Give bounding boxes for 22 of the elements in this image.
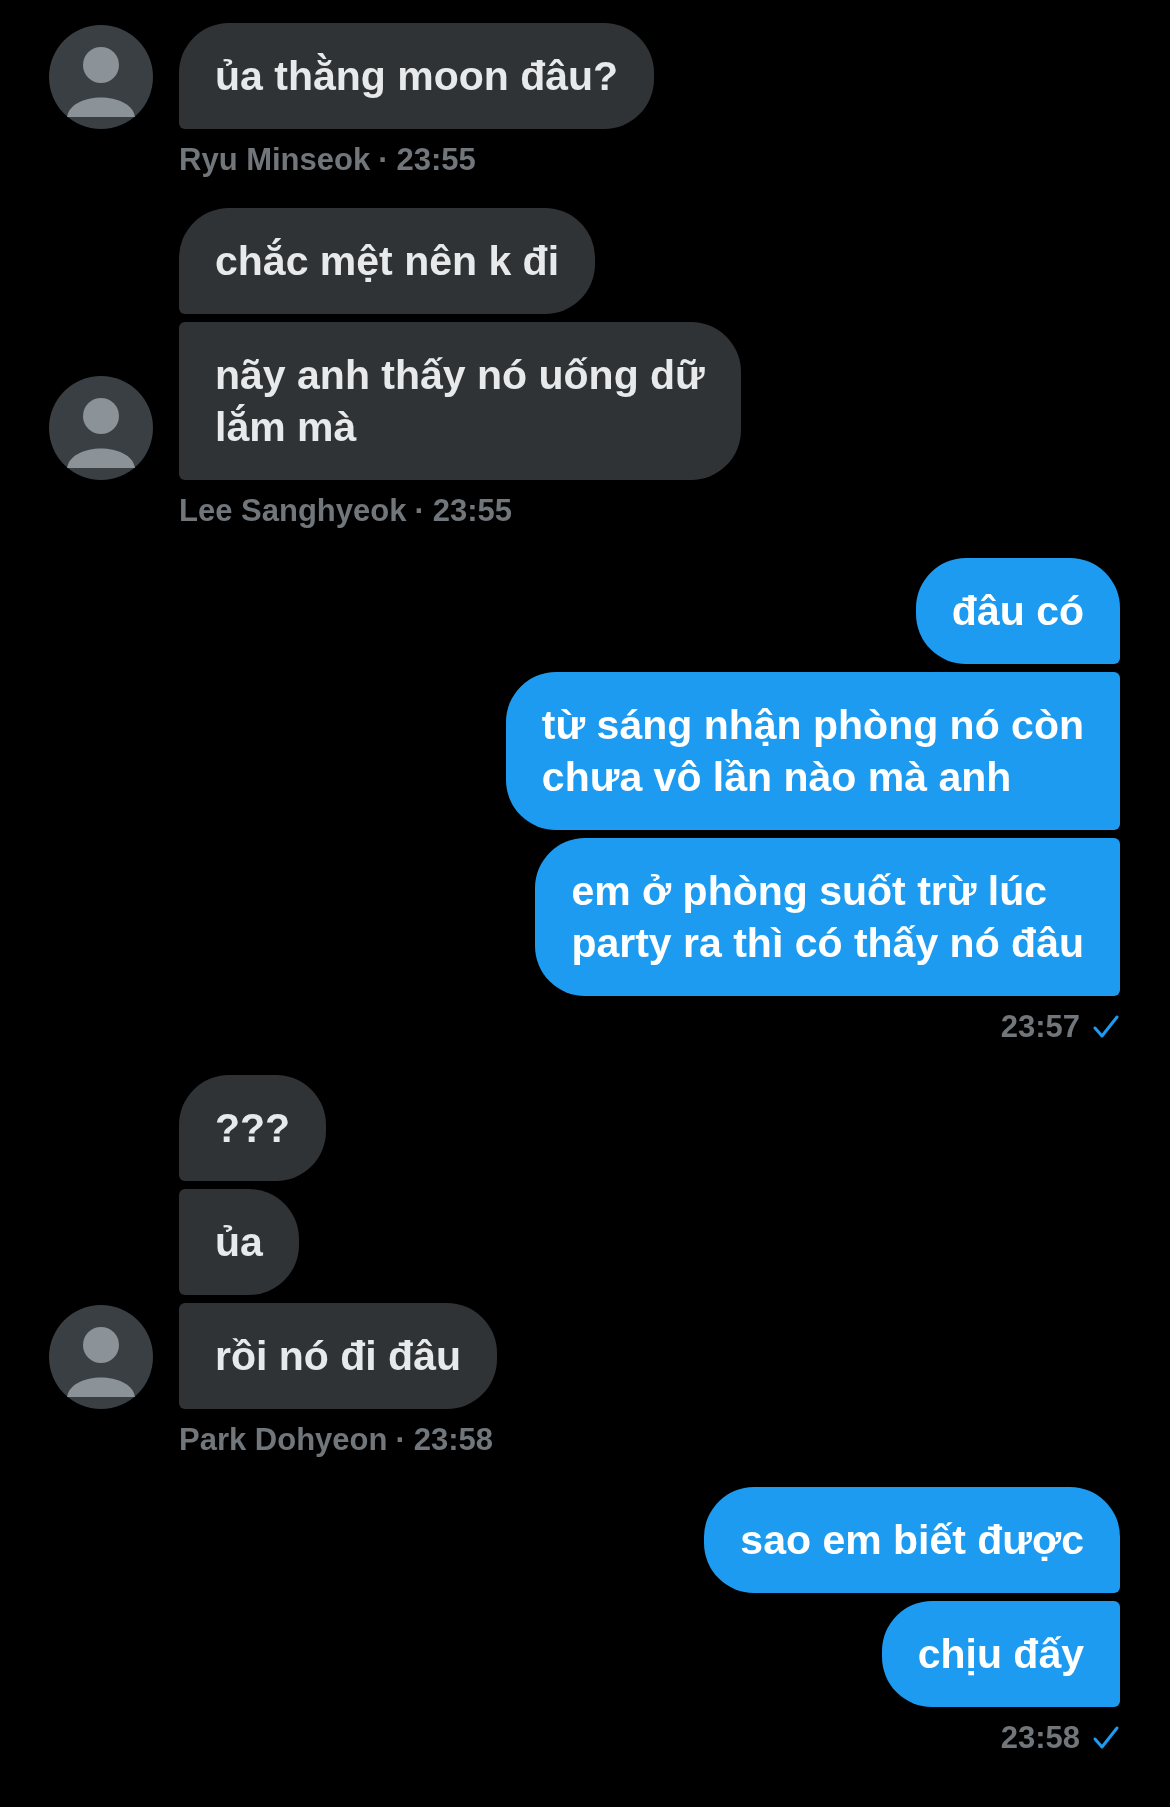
message-bubble: chịu đấy <box>881 1601 1120 1707</box>
message-bubble: rồi nó đi đâu <box>179 1302 497 1409</box>
message-time: 23:55 <box>432 491 513 530</box>
message-bubble: em ở phòng suốt trừ lúc party ra thì có thấy nó đâu <box>535 838 1120 996</box>
separator-dot: · <box>414 491 425 530</box>
message-bubble: nãy anh thấy nó uống dữ lắm mà <box>179 321 741 480</box>
sender-name: Ryu Minseok <box>179 141 371 179</box>
message-time: 23:58 <box>413 1420 494 1459</box>
message-bubble: sao em biết được <box>704 1487 1120 1593</box>
separator-dot: · <box>378 141 389 179</box>
message-bubble: ủa <box>179 1188 299 1295</box>
sender-name: Lee Sanghyeok <box>179 491 407 530</box>
message-bubble: ủa thằng moon đâu? <box>179 23 655 129</box>
message-bubble: đâu có <box>915 558 1120 664</box>
separator-dot: · <box>395 1420 406 1459</box>
message-time: 23:57 <box>1000 1008 1080 1046</box>
message-time: 23:58 <box>1000 1719 1080 1757</box>
message-bubble: ??? <box>179 1074 327 1181</box>
message-bubble: từ sáng nhận phòng nó còn chưa vô lần nào mà anh <box>505 672 1120 830</box>
message-time: 23:55 <box>396 141 476 179</box>
message-bubble: chắc mệt nên k đi <box>179 207 596 314</box>
sender-name: Park Dohyeon <box>179 1420 388 1459</box>
